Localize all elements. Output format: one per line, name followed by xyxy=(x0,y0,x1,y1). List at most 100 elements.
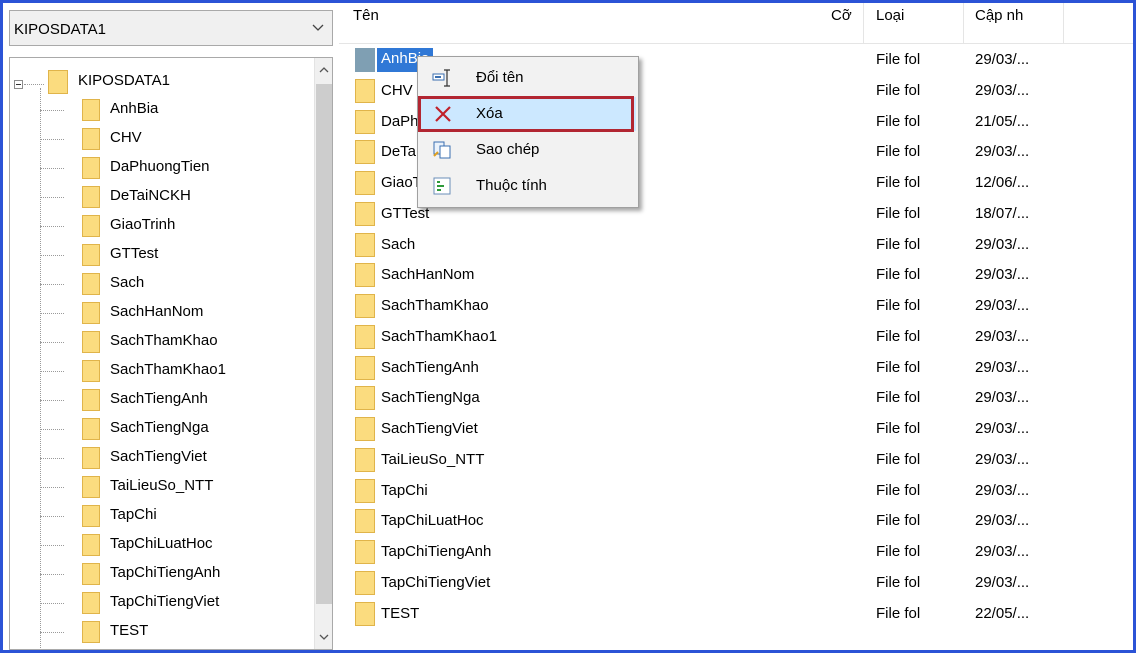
column-divider[interactable] xyxy=(963,3,964,43)
file-row[interactable]: SachTiengViet File fol 29/03/... xyxy=(339,414,1133,444)
file-row[interactable]: TapChiTiengAnh File fol 29/03/... xyxy=(339,537,1133,567)
drive-dropdown-value: KIPOSDATA1 xyxy=(14,21,106,38)
file-name[interactable]: TapChiTiengAnh xyxy=(381,543,491,560)
tree-connector xyxy=(40,226,64,227)
file-row[interactable]: SachHanNom File fol 29/03/... xyxy=(339,260,1133,290)
tree-item-label[interactable]: TapChiTiengViet xyxy=(110,593,219,610)
folder-icon xyxy=(355,109,375,134)
folder-icon xyxy=(82,273,100,295)
folder-icon xyxy=(82,215,100,237)
tree-connector xyxy=(40,110,64,111)
tree-connector xyxy=(40,313,64,314)
file-modified-date: 12/06/... xyxy=(975,174,1030,191)
tree-connector xyxy=(40,487,64,488)
column-header-modified[interactable]: Cập nh xyxy=(975,7,1023,24)
file-row[interactable]: Sach File fol 29/03/... xyxy=(339,230,1133,260)
file-row[interactable]: TapChiLuatHoc File fol 29/03/... xyxy=(339,506,1133,536)
tree-item-label[interactable]: SachTiengNga xyxy=(110,419,209,436)
tree-item-label[interactable]: Sach xyxy=(110,274,144,291)
tree-item-label[interactable]: TapChiTiengAnh xyxy=(110,564,220,581)
tree-root-label[interactable]: KIPOSDATA1 xyxy=(78,72,170,89)
scroll-down-icon[interactable] xyxy=(318,631,330,643)
file-type: File fol xyxy=(876,573,921,591)
folder-tree-pane: KIPOSDATA1 KIPOSDATA1 AnhBia CHV DaPhuongT… xyxy=(3,3,339,650)
folder-icon xyxy=(355,324,375,349)
folder-icon xyxy=(355,417,375,441)
menu-item-label: Đổi tên xyxy=(476,69,524,86)
column-divider[interactable] xyxy=(1063,3,1064,43)
tree-item-label[interactable]: TapChiLuatHoc xyxy=(110,535,213,552)
tree-connector xyxy=(40,632,64,633)
file-name[interactable]: SachTiengViet xyxy=(381,420,478,437)
file-row[interactable]: SachTiengAnh File fol 29/03/... xyxy=(339,353,1133,383)
file-name[interactable]: TapChi xyxy=(381,482,428,499)
tree-item-label[interactable]: SachThamKhao xyxy=(110,332,218,349)
file-row[interactable]: TaiLieuSo_NTT File fol 29/03/... xyxy=(339,445,1133,475)
menu-item-copy[interactable]: Sao chép xyxy=(420,133,636,167)
tree-connector xyxy=(40,342,64,343)
tree-item-label[interactable]: SachHanNom xyxy=(110,303,203,320)
folder-tree[interactable]: KIPOSDATA1 AnhBia CHV DaPhuongTien DeTaiNCK… xyxy=(9,57,333,650)
file-name[interactable]: TEST xyxy=(381,605,419,622)
tree-item-label[interactable]: GiaoTrinh xyxy=(110,216,175,233)
file-row[interactable]: TapChiTiengViet File fol 29/03/... xyxy=(339,568,1133,598)
tree-connector xyxy=(40,429,64,430)
tree-item-label[interactable]: CHV xyxy=(110,129,142,146)
tree-item-label[interactable]: TEST xyxy=(110,622,148,639)
folder-icon xyxy=(355,294,375,318)
file-modified-date: 29/03/... xyxy=(975,297,1030,314)
file-type: File fol xyxy=(876,481,921,499)
file-row[interactable]: TEST File fol 22/05/... xyxy=(339,599,1133,629)
tree-item-label[interactable]: DeTaiNCKH xyxy=(110,187,191,204)
file-name[interactable]: SachHanNom xyxy=(381,266,474,283)
tree-item-label[interactable]: AnhBia xyxy=(110,100,158,117)
column-header-size[interactable]: Cỡ xyxy=(831,7,852,24)
chevron-down-icon xyxy=(312,24,324,31)
tree-item-label[interactable]: GTTest xyxy=(110,245,158,262)
tree-item-label[interactable]: TaiLieuSo_NTT xyxy=(110,477,213,494)
menu-item-properties[interactable]: Thuộc tính xyxy=(420,169,636,203)
menu-item-label: Sao chép xyxy=(476,141,540,158)
tree-connector xyxy=(40,284,64,285)
tree-item-label[interactable]: DaPhuongTien xyxy=(110,158,210,175)
tree-item-label[interactable]: SachTiengViet xyxy=(110,448,207,465)
collapse-toggle-icon[interactable] xyxy=(14,80,23,89)
file-name[interactable]: SachThamKhao1 xyxy=(381,328,497,345)
file-name[interactable]: TapChiLuatHoc xyxy=(381,512,484,529)
tree-item-label[interactable]: SachThamKhao1 xyxy=(110,361,226,378)
file-name[interactable]: SachThamKhao xyxy=(381,297,489,314)
scroll-up-icon[interactable] xyxy=(318,64,330,76)
folder-icon xyxy=(355,447,375,472)
scrollbar-thumb[interactable] xyxy=(316,84,332,604)
file-type: File fol xyxy=(876,512,921,530)
context-menu: Đổi tên Xóa Sao chép Thuộc tính xyxy=(417,56,639,208)
file-name[interactable]: SachTiengAnh xyxy=(381,359,479,376)
file-name[interactable]: TapChiTiengViet xyxy=(381,574,490,591)
file-modified-date: 29/03/... xyxy=(975,481,1030,499)
file-row[interactable]: SachThamKhao File fol 29/03/... xyxy=(339,291,1133,321)
menu-item-label: Thuộc tính xyxy=(476,177,547,194)
tree-connector xyxy=(24,84,44,85)
menu-item-delete[interactable]: Xóa xyxy=(420,97,636,131)
file-name[interactable]: Sach xyxy=(381,236,415,253)
column-divider[interactable] xyxy=(863,3,864,43)
tree-item-label[interactable]: SachTiengAnh xyxy=(110,390,208,407)
file-name[interactable]: SachTiengNga xyxy=(381,389,480,406)
drive-dropdown[interactable]: KIPOSDATA1 xyxy=(9,10,333,46)
menu-item-rename[interactable]: Đổi tên xyxy=(420,61,636,95)
file-name[interactable]: TaiLieuSo_NTT xyxy=(381,451,484,468)
tree-item-label[interactable]: TapChi xyxy=(110,506,157,523)
file-row[interactable]: SachThamKhao1 File fol 29/03/... xyxy=(339,322,1133,352)
tree-scrollbar[interactable] xyxy=(314,58,332,649)
column-header-name[interactable]: Tên xyxy=(353,7,379,24)
folder-icon xyxy=(355,263,375,288)
folder-icon xyxy=(82,244,100,266)
file-row[interactable]: TapChi File fol 29/03/... xyxy=(339,476,1133,506)
file-type: File fol xyxy=(876,174,921,191)
column-header-type[interactable]: Loại xyxy=(876,7,904,24)
file-type: File fol xyxy=(876,266,921,284)
file-row[interactable]: SachTiengNga File fol 29/03/... xyxy=(339,383,1133,413)
file-modified-date: 29/03/... xyxy=(975,543,1030,560)
folder-icon xyxy=(82,563,100,585)
file-name[interactable]: CHV xyxy=(381,82,413,99)
